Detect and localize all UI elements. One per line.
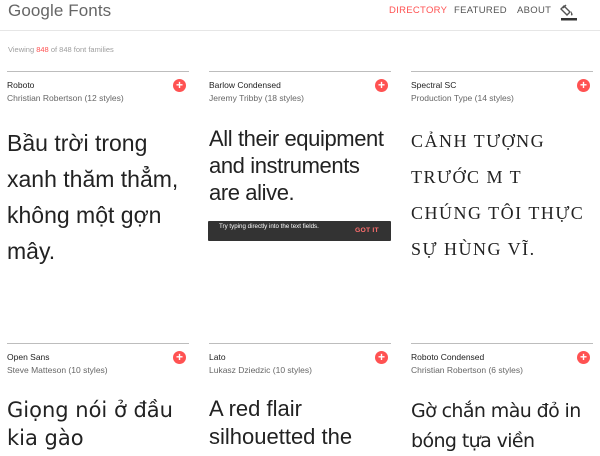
got-it-button[interactable]: GOT IT bbox=[355, 227, 379, 234]
typing-hint-tooltip: Try typing directly into the text fields… bbox=[208, 221, 391, 241]
sample-text-field[interactable]: Giọng nói ở đầu kia gào bbox=[7, 396, 189, 452]
font-designer: Christian Robertson (6 styles) bbox=[411, 365, 523, 375]
sample-text-field[interactable]: CẢNH TƯỢNG TRƯỚC M T CHÚNG TÔI THỰC SỰ H… bbox=[411, 123, 593, 267]
viewing-count: Viewing 848 of 848 font families bbox=[8, 45, 114, 54]
font-designer: Christian Robertson (12 styles) bbox=[7, 93, 124, 103]
card-divider bbox=[411, 71, 593, 72]
add-icon[interactable]: + bbox=[173, 79, 186, 92]
nav-about[interactable]: ABOUT bbox=[517, 5, 551, 16]
nav-featured[interactable]: FEATURED bbox=[454, 5, 507, 16]
add-icon[interactable]: + bbox=[577, 79, 590, 92]
card-divider bbox=[411, 343, 593, 344]
add-icon[interactable]: + bbox=[375, 79, 388, 92]
font-designer: Steve Matteson (10 styles) bbox=[7, 365, 108, 375]
font-name[interactable]: Barlow Condensed bbox=[209, 80, 281, 90]
card-divider bbox=[7, 343, 189, 344]
font-name[interactable]: Lato bbox=[209, 352, 226, 362]
sample-text-field[interactable]: Bầu trời trong xanh thăm thẳm, không một… bbox=[7, 125, 189, 269]
font-name[interactable]: Spectral SC bbox=[411, 80, 456, 90]
sample-text-field[interactable]: All their equipment and instruments are … bbox=[209, 125, 391, 206]
sample-text-field[interactable]: Gờ chắn màu đỏ in bóng tựa viền bbox=[411, 396, 593, 456]
font-name[interactable]: Roboto Condensed bbox=[411, 352, 484, 362]
font-designer: Lukasz Dziedzic (10 styles) bbox=[209, 365, 312, 375]
nav-directory[interactable]: DIRECTORY bbox=[389, 5, 447, 16]
add-icon[interactable]: + bbox=[173, 351, 186, 364]
paint-bucket-icon[interactable] bbox=[560, 2, 578, 22]
add-icon[interactable]: + bbox=[375, 351, 388, 364]
top-app-bar: Google Fonts DIRECTORY FEATURED ABOUT bbox=[0, 0, 600, 31]
font-card-roboto-condensed[interactable]: Roboto Condensed Christian Robertson (6 … bbox=[411, 343, 593, 452]
card-divider bbox=[209, 343, 391, 344]
add-icon[interactable]: + bbox=[577, 351, 590, 364]
font-name[interactable]: Open Sans bbox=[7, 352, 50, 362]
card-divider bbox=[7, 71, 189, 72]
font-name[interactable]: Roboto bbox=[7, 80, 34, 90]
font-card-roboto[interactable]: Roboto Christian Robertson (12 styles) +… bbox=[7, 71, 189, 264]
font-designer: Production Type (14 styles) bbox=[411, 93, 514, 103]
font-card-open-sans[interactable]: Open Sans Steve Matteson (10 styles) + G… bbox=[7, 343, 189, 451]
card-divider bbox=[209, 71, 391, 72]
sample-text-field[interactable]: A red flair silhouetted the bbox=[209, 395, 391, 451]
viewing-count-number: 848 bbox=[36, 45, 49, 54]
google-fonts-logo[interactable]: Google Fonts bbox=[8, 1, 111, 21]
font-card-lato[interactable]: Lato Lukasz Dziedzic (10 styles) + A red… bbox=[209, 343, 391, 451]
tooltip-message: Try typing directly into the text fields… bbox=[219, 223, 319, 230]
font-card-spectral-sc[interactable]: Spectral SC Production Type (14 styles) … bbox=[411, 71, 593, 301]
font-designer: Jeremy Tribby (18 styles) bbox=[209, 93, 304, 103]
